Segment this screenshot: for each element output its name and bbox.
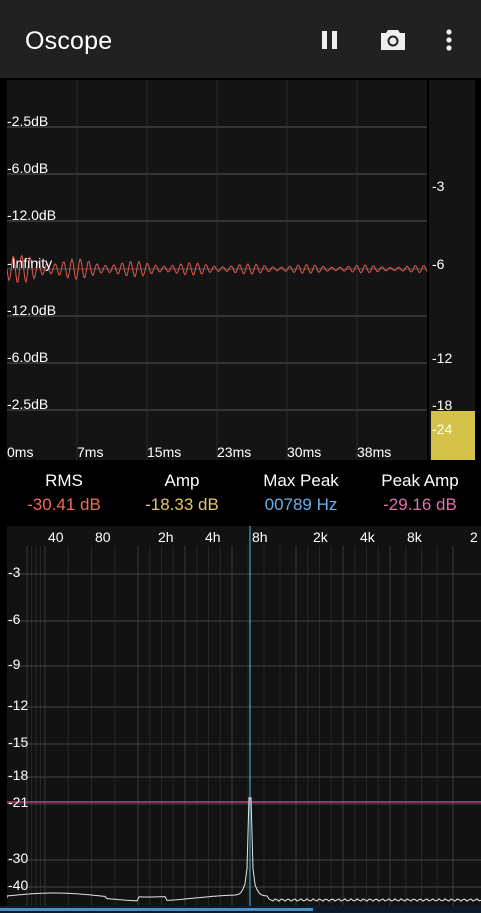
scope-y-label: -Infinity: [7, 255, 53, 271]
meter-label: -18: [432, 397, 453, 413]
db-label: -21: [8, 794, 29, 810]
freq-label: 40: [48, 529, 64, 545]
db-label: -3: [8, 564, 21, 580]
stat-peak-amp: Peak Amp -29.16 dB: [365, 471, 475, 515]
stat-label: Peak Amp: [381, 471, 459, 490]
scope-y-label: -12.0dB: [7, 302, 57, 318]
progress-fill: [0, 908, 313, 911]
stat-amp: Amp -18.33 dB: [132, 471, 232, 515]
scope-y-label: -6.0dB: [7, 349, 49, 365]
progress-bar: [0, 906, 481, 913]
app-bar: Oscope: [0, 0, 481, 78]
scope-y-label: -6.0dB: [7, 160, 49, 176]
freq-label: 8h: [252, 529, 268, 545]
scope-x-label: 30ms: [287, 444, 322, 460]
scope-x-label: 15ms: [147, 444, 182, 460]
stat-label: Amp: [164, 471, 200, 490]
more-vert-icon[interactable]: [433, 24, 465, 56]
db-label: -9: [8, 656, 21, 672]
stat-value: -30.41 dB: [27, 495, 101, 514]
level-meter: -3 -6 -12 -18 -24: [429, 80, 475, 460]
freq-label: 2k: [313, 529, 328, 545]
meter-label: -24: [432, 421, 453, 437]
stats-bar: RMS -30.41 dB Amp -18.33 dB Max Peak 007…: [0, 463, 481, 523]
stat-label: Max Peak: [263, 471, 339, 490]
scope-x-label: 23ms: [217, 444, 252, 460]
scope-x-label: 38ms: [357, 444, 392, 460]
pause-icon[interactable]: [314, 24, 346, 56]
scope-y-label: -2.5dB: [7, 396, 49, 412]
db-label: -6: [8, 611, 21, 627]
meter-label: -12: [432, 350, 453, 366]
meter-label: -6: [432, 256, 445, 272]
db-label: -15: [8, 734, 29, 750]
freq-label: 2h: [158, 529, 174, 545]
db-label: -18: [8, 767, 29, 783]
camera-icon[interactable]: [377, 24, 409, 56]
freq-label: 80: [95, 529, 111, 545]
app-title: Oscope: [25, 27, 113, 55]
stat-value: 00789 Hz: [264, 495, 338, 514]
stat-label: RMS: [45, 471, 83, 490]
db-label: -30: [8, 850, 29, 866]
stat-value: -18.33 dB: [145, 495, 219, 514]
freq-label: 4k: [360, 529, 375, 545]
scope-x-label: 0ms: [7, 444, 34, 460]
freq-label: 8k: [407, 529, 422, 545]
oscilloscope-panel: -2.5dB -6.0dB -12.0dB -Infinity -12.0dB …: [7, 80, 427, 460]
freq-label: 4h: [205, 529, 221, 545]
freq-label: 2: [470, 529, 478, 545]
meter-label: -3: [432, 178, 445, 194]
spectrum-curve: [7, 797, 481, 902]
spectrum-plot: [7, 526, 481, 906]
scope-y-label: -2.5dB: [7, 113, 49, 129]
stat-value: -29.16 dB: [383, 495, 457, 514]
scope-y-label: -12.0dB: [7, 207, 57, 223]
stat-rms: RMS -30.41 dB: [14, 471, 114, 515]
oscilloscope-grid: [7, 80, 427, 460]
scope-x-label: 7ms: [77, 444, 104, 460]
db-label: -12: [8, 697, 29, 713]
stat-max-peak: Max Peak 00789 Hz: [246, 471, 356, 515]
spectrum-panel: 40 80 2h 4h 8h 2k 4k 8k 2 -3 -6 -9 -12 -…: [7, 526, 481, 906]
db-label: -40: [8, 877, 29, 893]
